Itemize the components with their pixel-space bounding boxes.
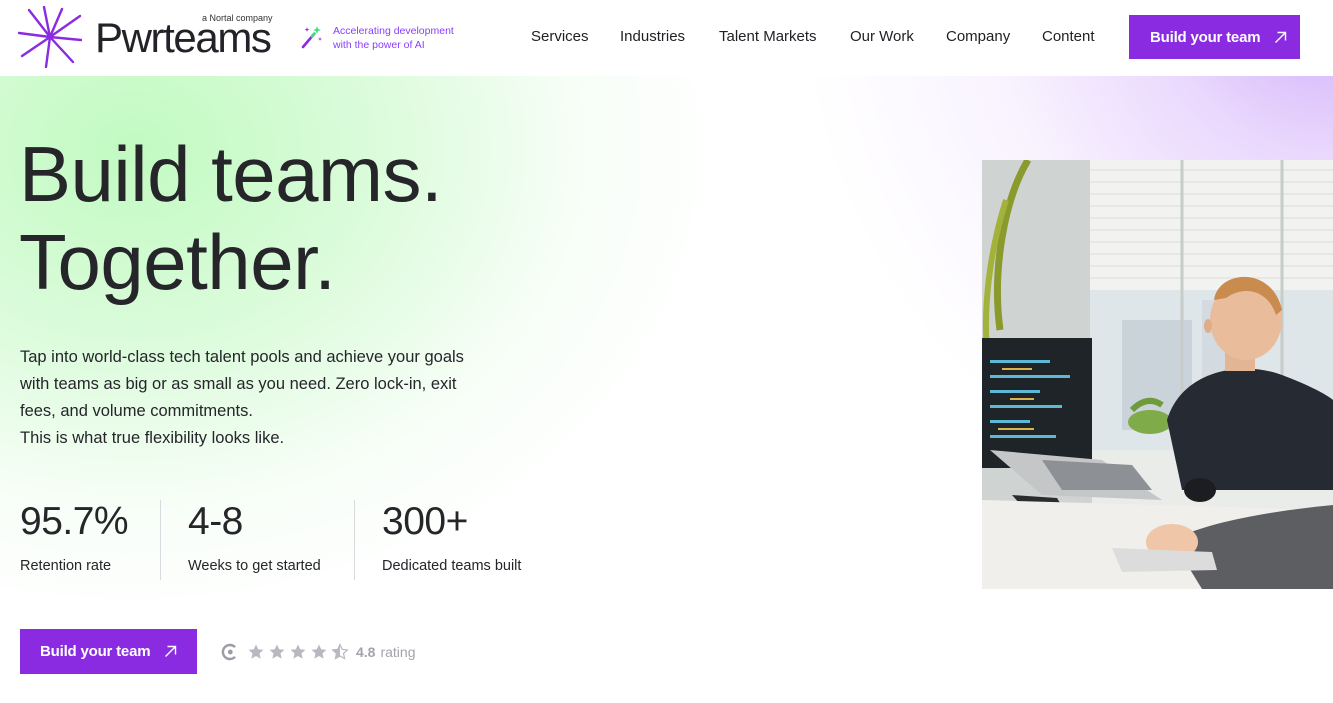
stat-label: Dedicated teams built — [382, 558, 522, 574]
pwrteams-logo[interactable]: Pwrteams a Nortal company — [18, 6, 280, 68]
nav-item-content[interactable]: Content — [1042, 28, 1095, 45]
rating-label: rating — [380, 644, 416, 660]
hero-build-team-label: Build your team — [40, 643, 151, 660]
hero-description-line-4: This is what true flexibility looks like… — [20, 429, 285, 447]
clutch-icon — [221, 643, 236, 661]
hero-description-line-3: fees, and volume commitments. — [20, 402, 253, 420]
hero-build-team-button[interactable]: Build your team — [20, 629, 197, 674]
ai-tagline: Accelerating development with the power … — [333, 24, 454, 52]
nav-item-talent-markets[interactable]: Talent Markets — [719, 28, 817, 45]
hero-photo-developers — [982, 160, 1333, 589]
rating-value: 4.8 — [356, 644, 376, 660]
stat-divider — [354, 500, 355, 580]
nav-item-industries[interactable]: Industries — [620, 28, 685, 45]
stat-teams: 300+ Dedicated teams built — [382, 500, 521, 580]
arrow-up-right-icon — [165, 645, 177, 657]
star-icon — [311, 644, 327, 659]
stat-weeks: 4-8 Weeks to get started — [188, 500, 321, 580]
starburst-logo-icon — [18, 6, 82, 68]
page: Pwrteams a Nortal company Accelerating d… — [0, 0, 1333, 703]
ai-badge: Accelerating development with the power … — [300, 24, 475, 54]
stat-retention: 95.7% Retention rate — [20, 500, 129, 580]
hero-section: Build teams. Together. Tap into world-cl… — [0, 76, 1333, 703]
stat-value: 95.7% — [20, 500, 129, 543]
nav-item-services[interactable]: Services — [531, 28, 589, 45]
star-icon — [290, 644, 306, 659]
half-star-icon — [331, 643, 349, 660]
hero-headline-line-1: Build teams. — [19, 130, 443, 218]
stat-value: 4-8 — [188, 500, 243, 543]
nav-item-our-work[interactable]: Our Work — [850, 28, 914, 45]
star-icon — [269, 644, 285, 659]
hero-description: Tap into world-class tech talent pools a… — [20, 344, 530, 452]
stat-divider — [160, 500, 161, 580]
clutch-rating[interactable]: 4.8 rating — [221, 642, 416, 662]
ai-tagline-line-1: Accelerating development — [333, 25, 454, 37]
hero-description-line-2: with teams as big or as small as you nee… — [20, 375, 457, 393]
stat-label: Weeks to get started — [188, 558, 321, 574]
brand-tagline: a Nortal company — [202, 13, 273, 23]
stat-label: Retention rate — [20, 558, 112, 574]
star-icon — [248, 644, 264, 659]
header-build-team-label: Build your team — [1150, 28, 1261, 46]
ai-tagline-line-2: with the power of AI — [333, 39, 425, 51]
office-scene-image — [982, 160, 1333, 589]
site-header: Pwrteams a Nortal company Accelerating d… — [0, 0, 1333, 76]
arrow-up-right-icon — [1275, 31, 1287, 43]
stat-value: 300+ — [382, 500, 468, 543]
header-build-team-button[interactable]: Build your team — [1129, 15, 1300, 59]
hero-headline-line-2: Together. — [19, 218, 336, 306]
nav-item-company[interactable]: Company — [946, 28, 1010, 45]
hero-headline: Build teams. Together. — [19, 130, 443, 306]
hero-description-line-1: Tap into world-class tech talent pools a… — [20, 348, 464, 366]
magic-wand-icon — [301, 26, 322, 49]
